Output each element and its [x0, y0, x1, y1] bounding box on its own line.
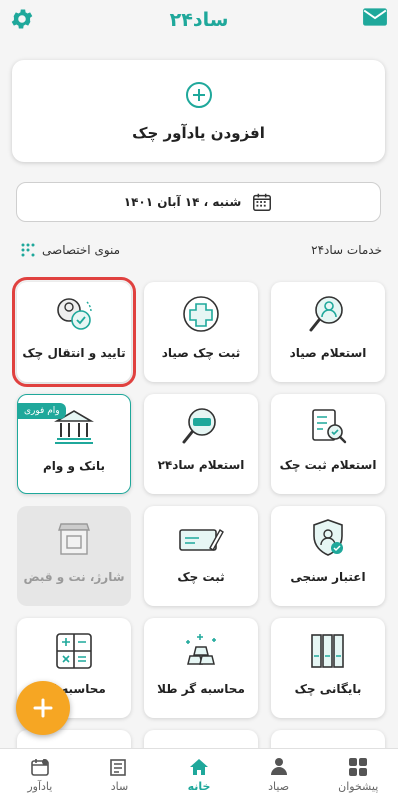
tile-cheque-register[interactable]: ثبت چک [144, 506, 258, 606]
tile-credit-score[interactable]: اعتبار سنجی [271, 506, 385, 606]
tile-confirm-transfer[interactable]: تایید و انتقال چک [12, 277, 136, 387]
tile-label: ثبت چک [177, 570, 225, 584]
custom-menu-label: منوی اختصاصی [42, 243, 121, 257]
tile-label: شارژ، نت و قبض [23, 570, 125, 584]
tile-label: ثبت چک صیاد [161, 346, 241, 360]
nav-label: صیاد [268, 780, 290, 793]
store-icon [58, 523, 90, 555]
tile-gold-calculator[interactable]: محاسبه گر طلا [144, 618, 258, 718]
nav-label: خانه [187, 780, 211, 793]
add-reminder-card[interactable]: افزودن یادآور چک [12, 60, 385, 162]
tile-label: اعتبار سنجی [290, 570, 366, 584]
gold-bars-icon [186, 634, 216, 665]
add-fab-button[interactable] [16, 681, 70, 735]
mail-icon[interactable] [362, 6, 388, 28]
tile-label: استعلام صیاد [289, 346, 367, 360]
tile-sayad-inquiry[interactable]: استعلام صیاد [271, 282, 385, 382]
person-search-icon [309, 296, 343, 332]
home-icon [190, 759, 209, 775]
tile-register-inquiry[interactable]: استعلام ثبت چک [271, 394, 385, 494]
calendar-icon [253, 193, 272, 211]
nav-sayad[interactable]: صیاد [244, 756, 314, 793]
credit-shield-icon [313, 519, 343, 556]
archive-binders-icon [311, 634, 344, 668]
document-search-icon [312, 409, 347, 444]
tile-label: بایگانی چک [294, 682, 362, 696]
plus-icon [33, 698, 53, 718]
tile-charge-bill[interactable]: شارژ، نت و قبض [17, 506, 131, 606]
nav-home[interactable]: خانه [164, 756, 234, 793]
users-icon [270, 758, 287, 775]
nav-sad[interactable]: ساد [84, 756, 154, 793]
tile-label: بانک و وام [43, 459, 105, 473]
nav-label: یادآور [27, 780, 53, 793]
tile-cheque-archive[interactable]: بایگانی چک [271, 618, 385, 718]
gear-icon[interactable] [9, 6, 35, 32]
bottom-nav: پیشخوان صیاد خانه ساد یادآور [0, 748, 398, 800]
nav-dashboard[interactable]: پیشخوان [323, 756, 393, 793]
tile-label: استعلام ثبت چک [279, 458, 377, 472]
date-selector[interactable]: شنبه ، ۱۴ آبان ۱۴۰۱ [16, 182, 381, 222]
tile-label: محاسبه گر طلا [157, 682, 245, 696]
tile-sad24-inquiry[interactable]: استعلام ساد۲۴ [144, 394, 258, 494]
grid-icon [349, 758, 368, 776]
cheque-book-icon [110, 759, 127, 776]
dots-grid-icon [21, 243, 35, 257]
nav-label: پیشخوان [338, 780, 379, 793]
tile-bank-loan[interactable]: وام فوری بانک و وام [17, 394, 131, 494]
tile-label: تایید و انتقال چک [22, 346, 126, 360]
top-bar: ساد۲۴ [0, 0, 398, 40]
cheque-register-icon [183, 296, 219, 332]
calendar-reminder-icon [31, 759, 49, 776]
calculator-icon [56, 633, 92, 669]
services-grid: استعلام صیاد ثبت چک صیاد تایید و انتقال … [12, 277, 385, 760]
services-header: منوی اختصاصی خدمات ساد۲۴ [20, 240, 382, 260]
services-title: خدمات ساد۲۴ [311, 243, 382, 257]
cheque-pen-icon [179, 528, 224, 552]
app-title: ساد۲۴ [169, 9, 229, 31]
instant-loan-badge: وام فوری [18, 403, 66, 419]
nav-label: ساد [110, 780, 129, 793]
date-text: شنبه ، ۱۴ آبان ۱۴۰۱ [123, 195, 242, 209]
cheque-confirm-transfer-icon [57, 298, 92, 330]
add-reminder-label: افزودن یادآور چک [132, 124, 265, 142]
tile-sayad-register[interactable]: ثبت چک صیاد [144, 282, 258, 382]
custom-menu-button[interactable]: منوی اختصاصی [20, 242, 120, 258]
add-circle-icon [185, 82, 212, 108]
nav-reminder[interactable]: یادآور [5, 756, 75, 793]
tile-label: استعلام ساد۲۴ [157, 458, 245, 472]
sad24-search-icon [182, 408, 216, 444]
